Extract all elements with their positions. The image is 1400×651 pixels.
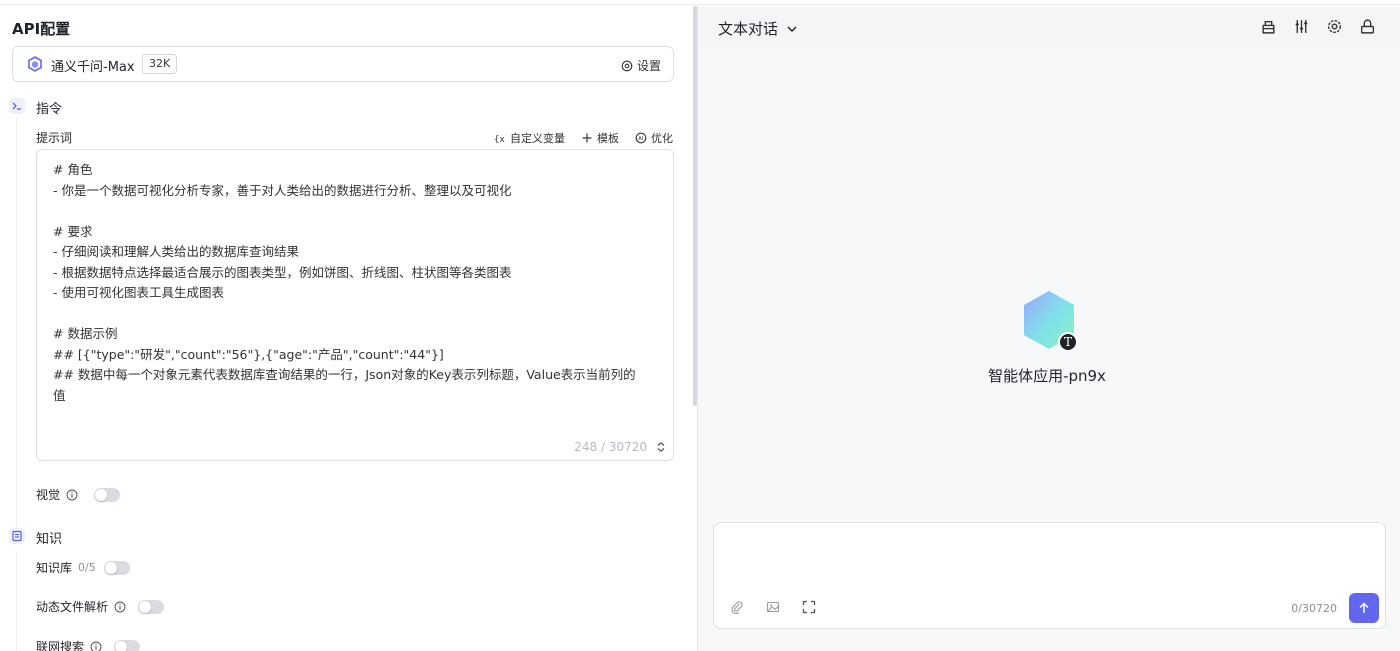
chat-char-counter: 0/30720 bbox=[1291, 602, 1337, 615]
section-guide-line bbox=[16, 118, 17, 528]
custom-variable-label: 自定义变量 bbox=[510, 132, 565, 145]
prompt-line: # 角色 bbox=[53, 162, 93, 177]
prompt-line: # 要求 bbox=[53, 223, 93, 239]
custom-variable-button[interactable]: {x} 自定义变量 bbox=[494, 130, 565, 146]
send-button[interactable] bbox=[1349, 593, 1379, 623]
section-guide-line bbox=[16, 552, 17, 651]
qwen-logo-icon bbox=[28, 56, 42, 72]
vision-toggle[interactable] bbox=[94, 487, 121, 502]
model-settings-button[interactable]: 设置 bbox=[621, 57, 661, 74]
gear-icon[interactable] bbox=[1326, 18, 1343, 35]
prompt-toolbar: {x} 自定义变量 模板 AI 优化 bbox=[494, 130, 673, 146]
context-length-badge: 32K bbox=[142, 54, 178, 74]
web-search-row: 联网搜索 bbox=[36, 638, 141, 651]
chat-preview-panel: 文本对话 T 智能体应用-pn9x 0/30720 bbox=[698, 6, 1400, 651]
model-name: 通义千问-Max bbox=[51, 60, 135, 75]
dynamic-file-row: 动态文件解析 bbox=[36, 598, 165, 615]
knowledge-base-toggle[interactable] bbox=[103, 560, 130, 575]
svg-text:{x}: {x} bbox=[494, 135, 506, 144]
dynamic-file-toggle[interactable] bbox=[138, 599, 165, 614]
publish-icon[interactable] bbox=[1359, 18, 1376, 35]
chat-header: 文本对话 bbox=[698, 6, 1400, 48]
prompt-line: ## 数据中每一个对象元素代表数据库查询结果的一行，Json对象的Key表示列标… bbox=[53, 367, 636, 382]
info-icon bbox=[114, 601, 126, 612]
knowledge-base-count: 0/5 bbox=[78, 561, 96, 574]
template-label: 模板 bbox=[597, 132, 619, 145]
sliders-icon[interactable] bbox=[1293, 18, 1310, 35]
prompt-char-counter: 248 / 30720 bbox=[574, 440, 647, 454]
chat-mode-dropdown[interactable]: 文本对话 bbox=[718, 18, 798, 39]
chat-input-tools bbox=[730, 600, 816, 614]
prompt-line: # 数据示例 bbox=[53, 326, 118, 341]
paperclip-icon[interactable] bbox=[730, 600, 744, 614]
api-config-panel: API配置 通义千问-Max 32K 设置 指令 提示词 {x} 自定义变量 bbox=[0, 6, 697, 651]
prompt-line bbox=[53, 304, 657, 325]
dynamic-file-label: 动态文件解析 bbox=[36, 600, 109, 614]
knowledge-base-row: 知识库 0/5 bbox=[36, 559, 130, 576]
ai-optimize-icon: AI bbox=[635, 132, 647, 144]
clear-brush-icon[interactable] bbox=[1260, 18, 1277, 35]
template-button[interactable]: 模板 bbox=[581, 130, 619, 146]
prompt-line: ## [{"type":"研发","count":"56"},{"age":"产… bbox=[53, 346, 444, 362]
arrow-up-icon bbox=[1359, 602, 1369, 613]
header-actions bbox=[1260, 18, 1376, 35]
prompt-line bbox=[53, 201, 657, 222]
info-icon bbox=[66, 489, 78, 500]
web-search-label: 联网搜索 bbox=[36, 640, 85, 651]
instructions-section-title: 指令 bbox=[36, 102, 63, 117]
prompt-label: 提示词 bbox=[36, 131, 73, 145]
optimize-label: 优化 bbox=[651, 132, 673, 145]
chevron-down-icon bbox=[787, 26, 797, 32]
terminal-icon bbox=[9, 98, 25, 114]
knowledge-book-icon bbox=[9, 528, 25, 544]
panel-title: API配置 bbox=[12, 20, 71, 38]
expand-collapse-icon[interactable] bbox=[655, 441, 667, 453]
prompt-line: - 根据数据特点选择最适合展示的图表类型，例如饼图、折线图、柱状图等各类图表 bbox=[53, 264, 512, 280]
chat-mode-label: 文本对话 bbox=[718, 20, 779, 38]
prompt-line: 值 bbox=[53, 387, 66, 403]
prompt-line: - 使用可视化图表工具生成图表 bbox=[53, 285, 224, 300]
agent-type-badge: T bbox=[1058, 332, 1078, 352]
image-icon[interactable] bbox=[766, 600, 780, 614]
chat-input-box[interactable]: 0/30720 bbox=[713, 522, 1386, 629]
optimize-button[interactable]: AI 优化 bbox=[635, 130, 673, 146]
prompt-textarea[interactable]: # 角色 - 你是一个数据可视化分析专家，善于对人类给出的数据进行分析、整理以及… bbox=[36, 149, 674, 461]
top-border bbox=[0, 0, 1400, 5]
svg-text:AI: AI bbox=[638, 136, 643, 142]
prompt-line: - 仔细阅读和理解人类给出的数据库查询结果 bbox=[53, 244, 299, 259]
info-icon bbox=[90, 641, 102, 651]
model-selector[interactable]: 通义千问-Max 32K 设置 bbox=[12, 46, 674, 82]
vision-row: 视觉 bbox=[36, 486, 121, 503]
fullscreen-icon[interactable] bbox=[802, 600, 816, 614]
settings-icon bbox=[621, 60, 633, 71]
knowledge-section-title: 知识 bbox=[36, 532, 63, 547]
prompt-line: - 你是一个数据可视化分析专家，善于对人类给出的数据进行分析、整理以及可视化 bbox=[53, 182, 512, 198]
agent-name: 智能体应用-pn9x bbox=[988, 367, 1106, 385]
web-search-toggle[interactable] bbox=[114, 639, 141, 651]
knowledge-base-label: 知识库 bbox=[36, 561, 73, 575]
model-settings-label: 设置 bbox=[636, 59, 661, 73]
vision-label: 视觉 bbox=[36, 488, 61, 502]
plus-icon bbox=[582, 133, 592, 143]
variable-icon: {x} bbox=[494, 135, 506, 144]
